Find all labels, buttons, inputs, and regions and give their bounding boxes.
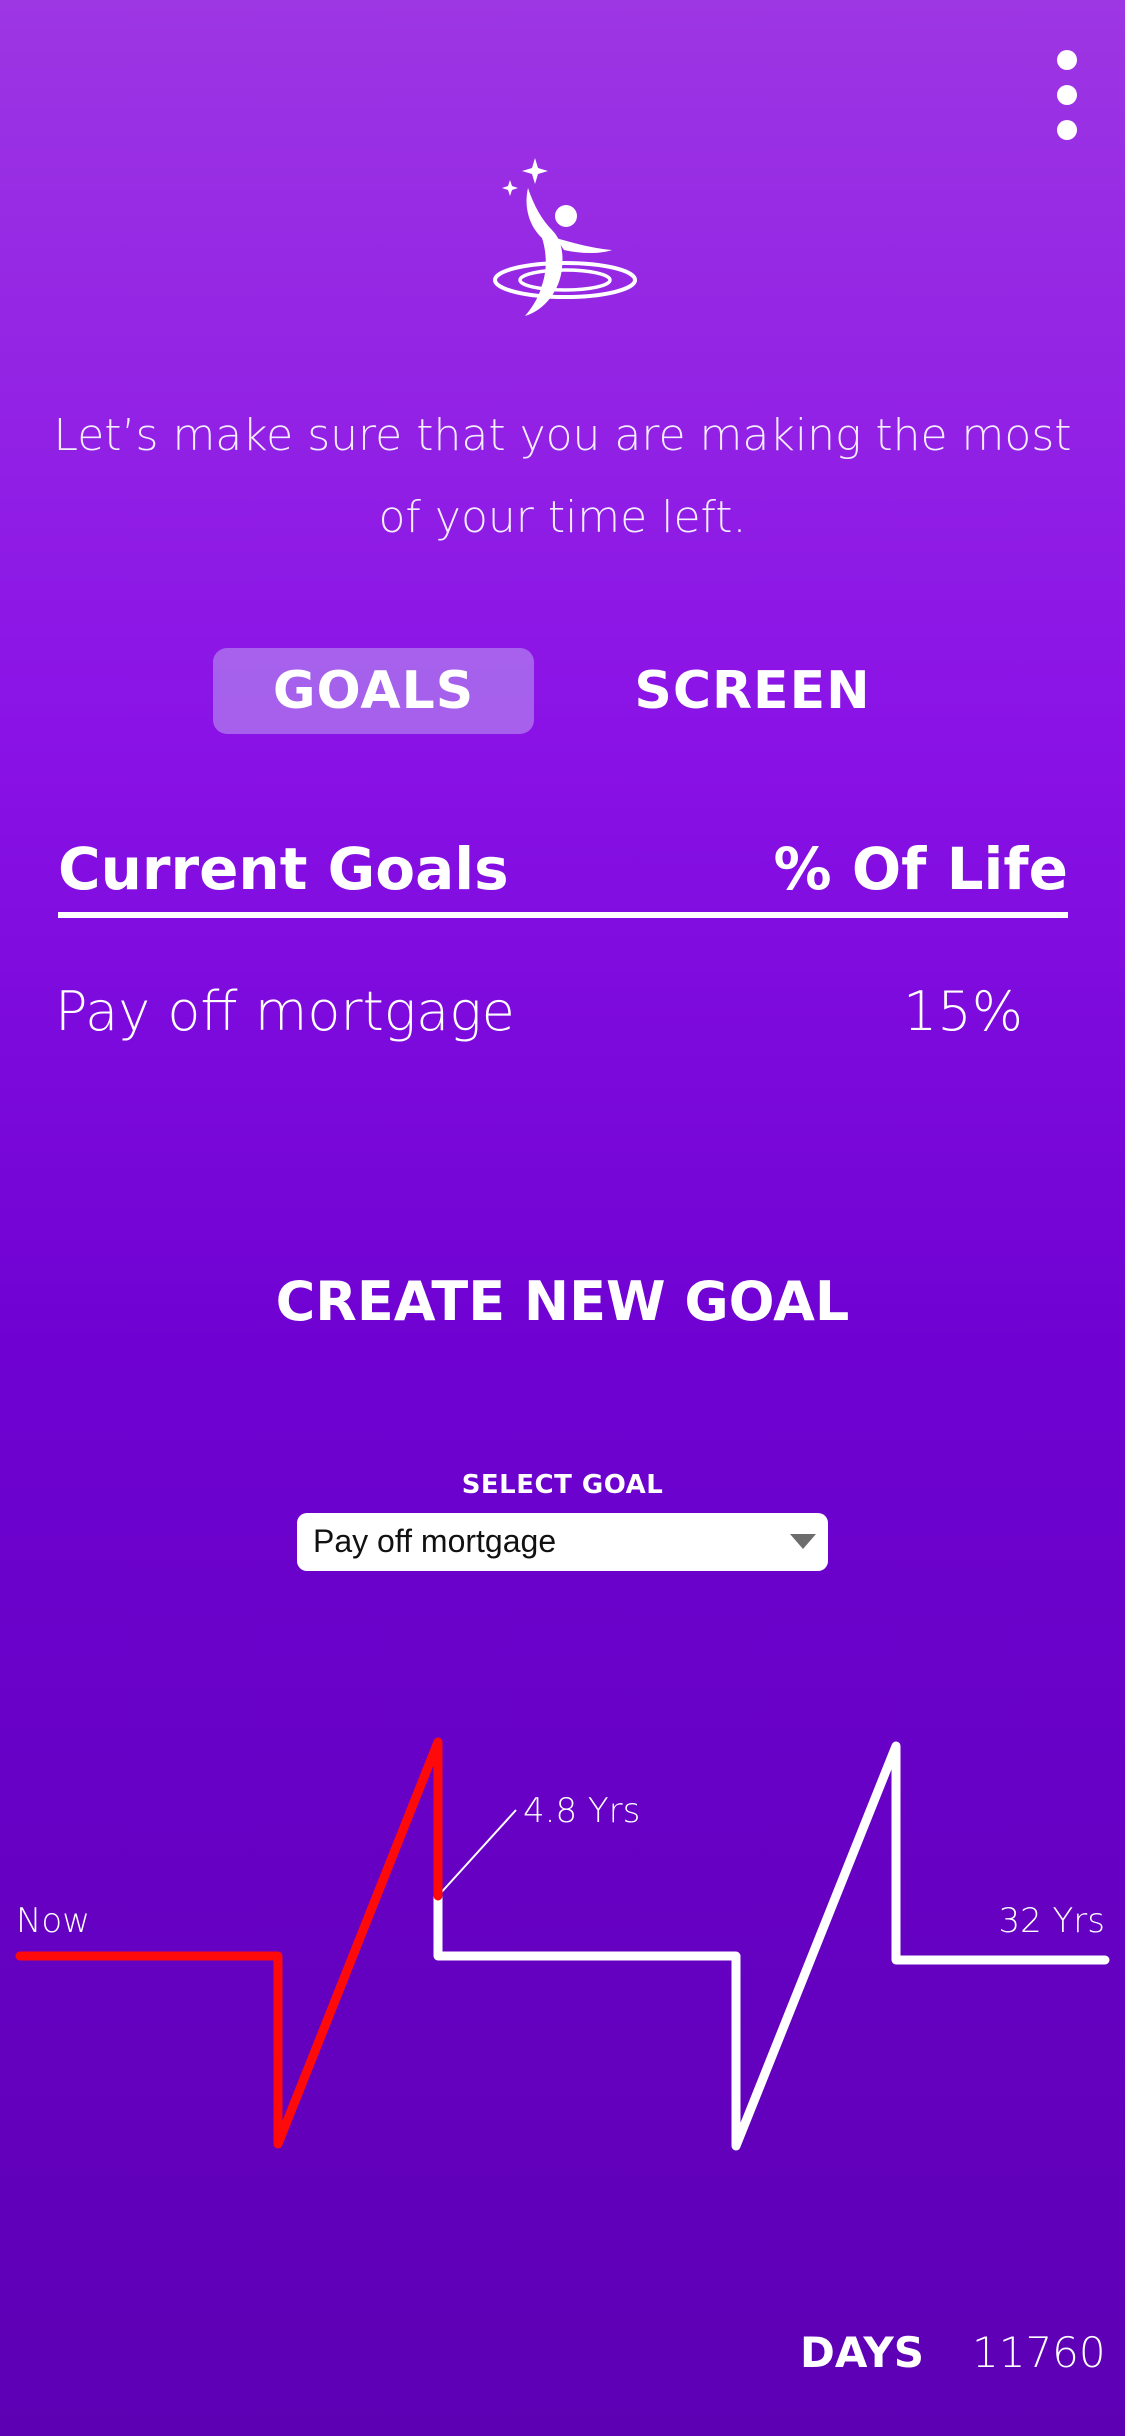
- app-logo-icon: [493, 158, 637, 316]
- tab-screen[interactable]: SCREEN: [600, 648, 905, 734]
- goal-select-dropdown[interactable]: Pay off mortgage: [297, 1513, 828, 1571]
- elapsed-goal-line: [15, 1737, 443, 2149]
- current-goals-heading: Current Goals: [58, 835, 509, 903]
- table-row[interactable]: Pay off mortgage 15%: [55, 980, 1065, 1050]
- timeline-end-label: 32 Yrs: [998, 1901, 1105, 1941]
- goal-name: Pay off mortgage: [55, 980, 515, 1043]
- life-timeline-chart: Now 32 Yrs 4.8 Yrs: [15, 1737, 1110, 2151]
- view-tabs: GOALS SCREEN: [0, 648, 1125, 734]
- goal-select-value: Pay off mortgage: [313, 1523, 557, 1559]
- tab-goals[interactable]: GOALS: [213, 648, 534, 734]
- tagline-text: Let’s make sure that you are making the …: [53, 410, 1072, 543]
- days-label: DAYS: [800, 2328, 925, 2377]
- menu-dot: [1057, 120, 1077, 140]
- goal-marker-leader: [437, 1809, 517, 1897]
- goal-percent: 15%: [903, 980, 1024, 1043]
- goal-marker-label: 4.8 Yrs: [523, 1791, 640, 1831]
- chevron-down-icon: [790, 1534, 816, 1549]
- create-new-goal-button[interactable]: CREATE NEW GOAL: [0, 1270, 1125, 1333]
- more-options-menu-icon[interactable]: [1047, 50, 1087, 140]
- percent-of-life-heading: % Of Life: [773, 835, 1068, 903]
- select-goal-label: SELECT GOAL: [461, 1470, 664, 1500]
- goals-table-header: Current Goals % Of Life: [58, 835, 1068, 918]
- menu-dot: [1057, 85, 1077, 105]
- days-value: 11760: [972, 2328, 1106, 2377]
- menu-dot: [1057, 50, 1077, 70]
- timeline-start-label: Now: [16, 1901, 90, 1941]
